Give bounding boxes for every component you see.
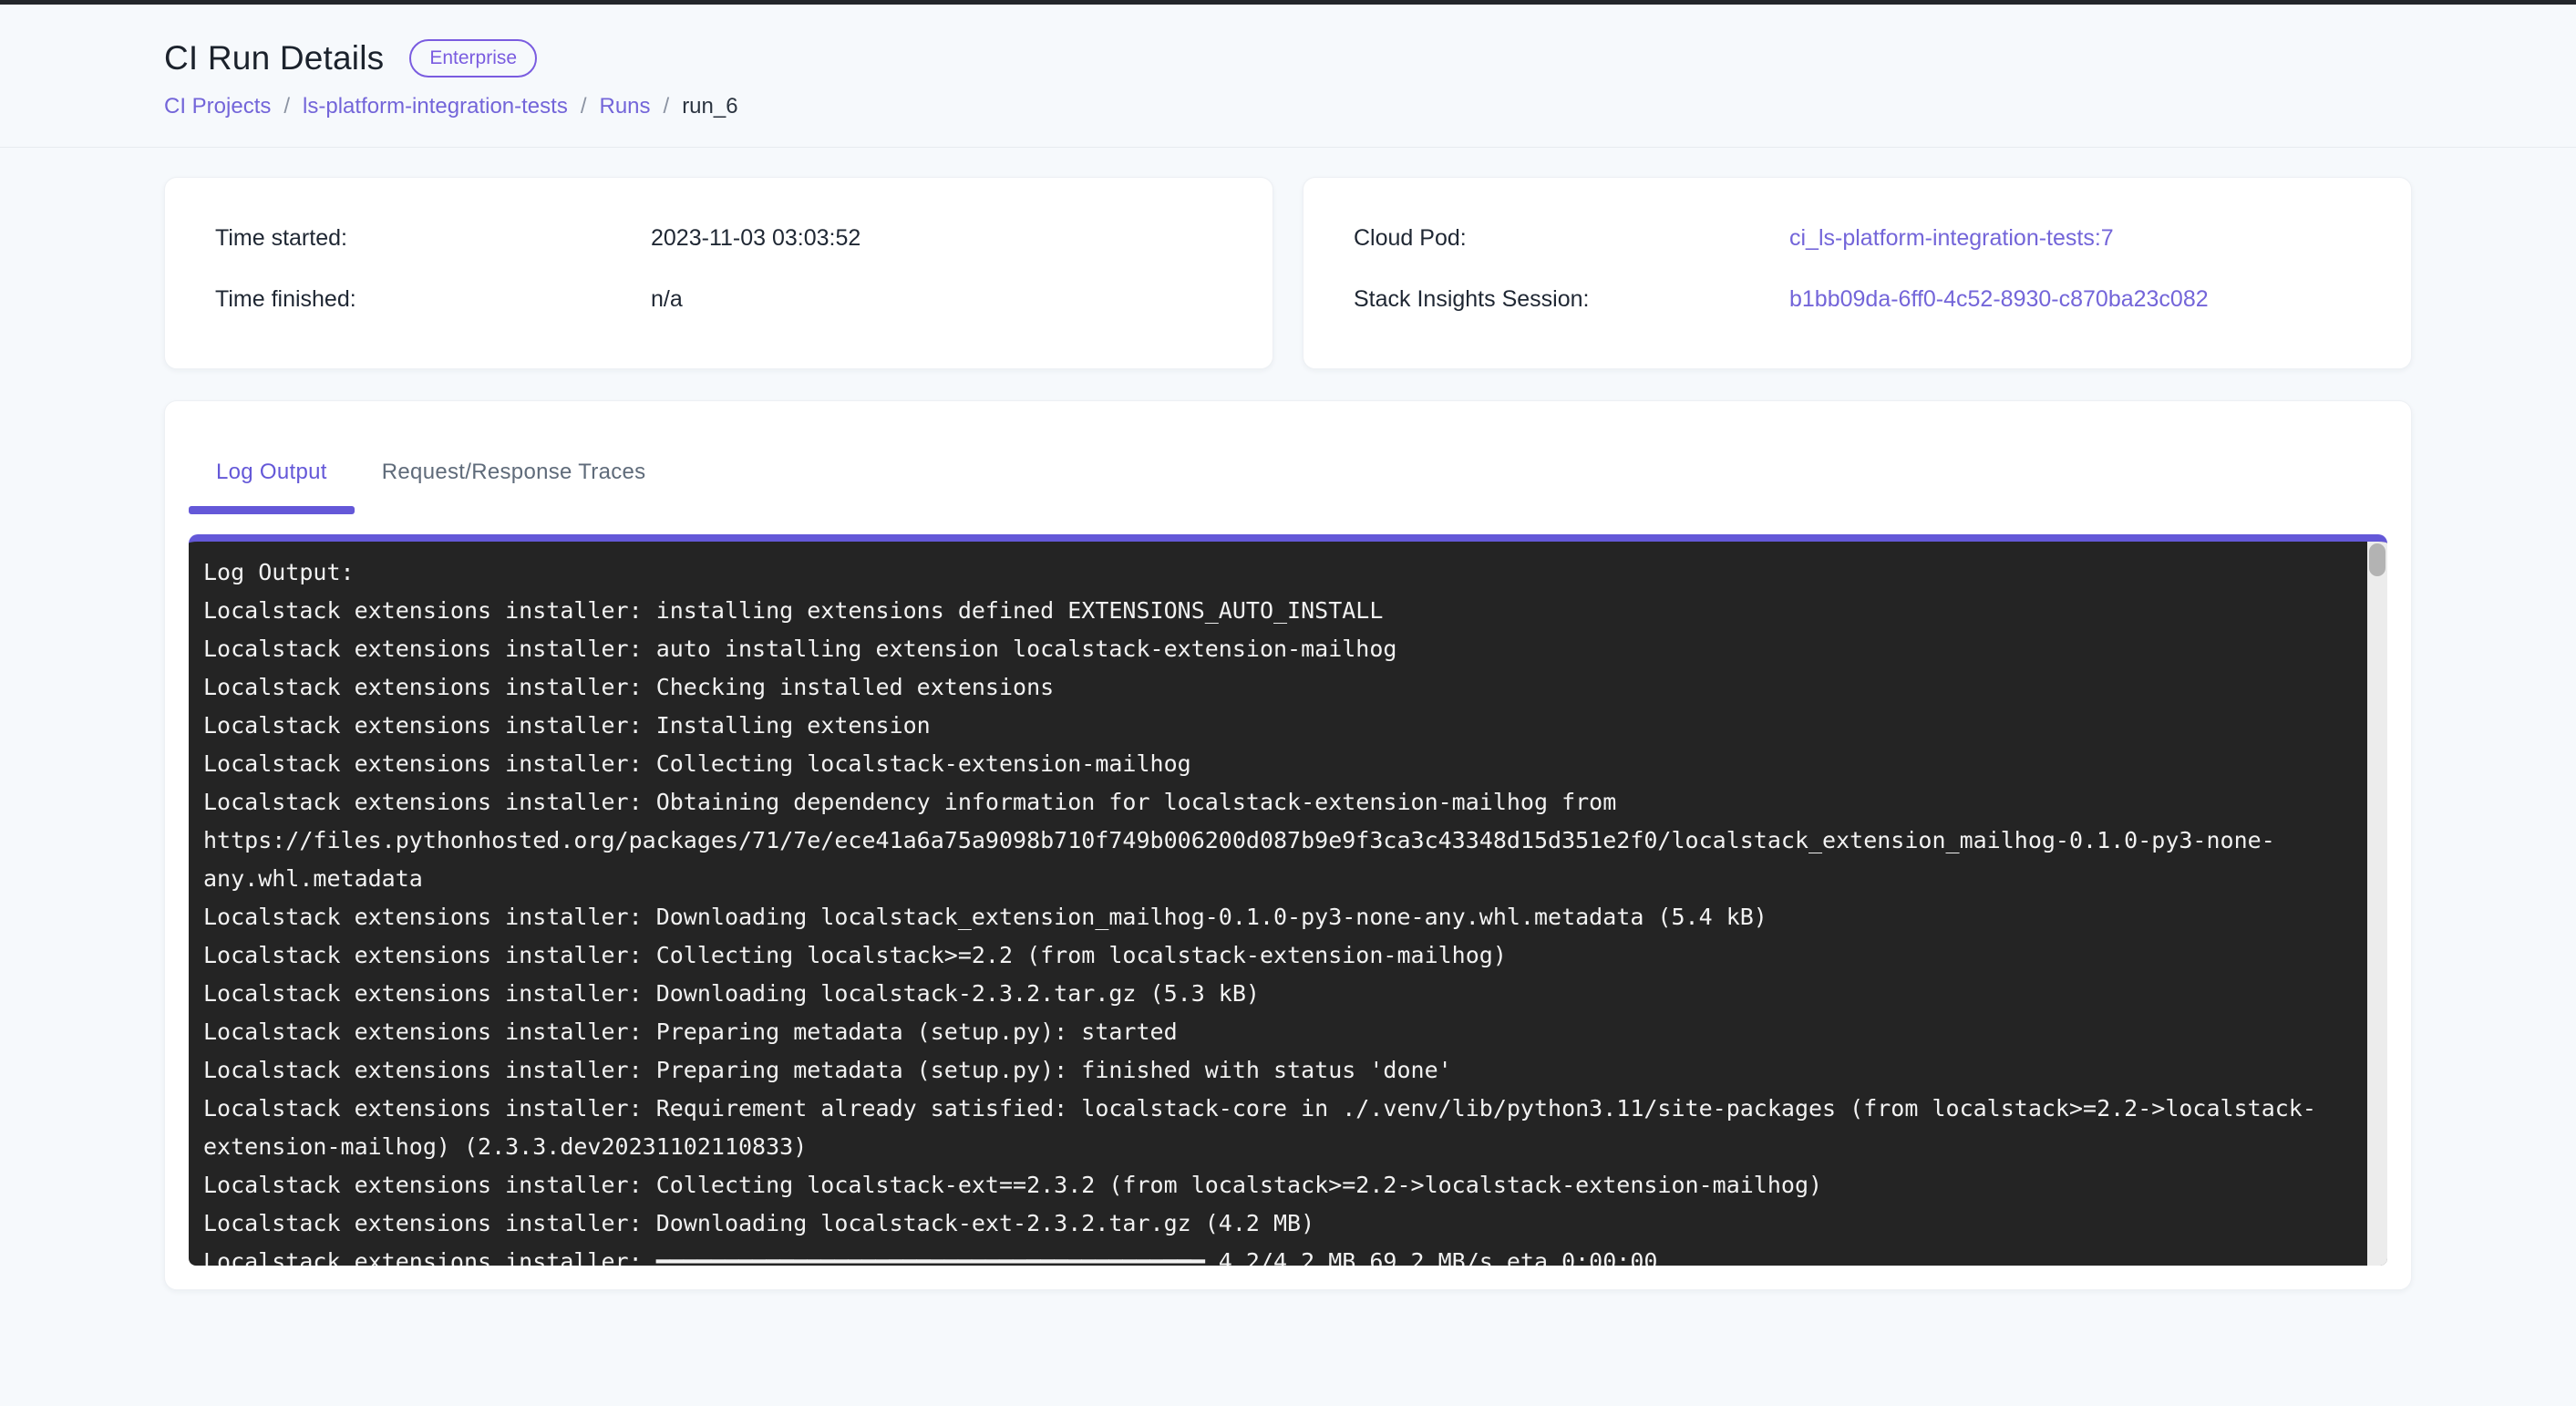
log-line: Localstack extensions installer: Checkin… (203, 668, 2346, 707)
log-line: Localstack extensions installer: Install… (203, 707, 2346, 745)
log-line: Localstack extensions installer: Require… (203, 1090, 2346, 1128)
log-line: Localstack extensions installer: Collect… (203, 936, 2346, 975)
breadcrumb-project[interactable]: ls-platform-integration-tests (303, 94, 568, 119)
log-line: Localstack extensions installer: install… (203, 592, 2346, 630)
breadcrumb: CI Projects / ls-platform-integration-te… (164, 94, 2412, 119)
log-line: Localstack extensions installer: Collect… (203, 745, 2346, 783)
stack-insights-session-link[interactable]: b1bb09da-6ff0-4c52-8930-c870ba23c082 (1789, 286, 2209, 313)
log-output-terminal[interactable]: Log Output: Localstack extensions instal… (189, 534, 2387, 1266)
log-line: Localstack extensions installer: Collect… (203, 1166, 2346, 1204)
time-finished-label: Time finished: (215, 286, 651, 313)
log-line: extension-mailhog) (2.3.3.dev20231102110… (203, 1128, 2346, 1166)
cloud-pod-row: Cloud Pod: ci_ls-platform-integration-te… (1354, 225, 2361, 262)
log-line: Localstack extensions installer: Downloa… (203, 1204, 2346, 1243)
links-card: Cloud Pod: ci_ls-platform-integration-te… (1303, 177, 2412, 369)
breadcrumb-ci-projects[interactable]: CI Projects (164, 94, 271, 119)
enterprise-badge: Enterprise (409, 39, 537, 77)
breadcrumb-separator: / (664, 94, 670, 119)
log-line: Localstack extensions installer: Obtaini… (203, 783, 2346, 822)
time-finished-value: n/a (651, 286, 683, 313)
time-finished-row: Time finished: n/a (215, 286, 1222, 323)
times-card: Time started: 2023-11-03 03:03:52 Time f… (164, 177, 1273, 369)
breadcrumb-current-run: run_6 (682, 94, 737, 119)
log-line: Localstack extensions installer: Downloa… (203, 975, 2346, 1013)
breadcrumb-separator: / (283, 94, 290, 119)
cloud-pod-link[interactable]: ci_ls-platform-integration-tests:7 (1789, 225, 2114, 252)
title-row: CI Run Details Enterprise (164, 39, 2412, 78)
log-line: Localstack extensions installer: Prepari… (203, 1013, 2346, 1051)
page-header: CI Run Details Enterprise CI Projects / … (0, 5, 2576, 148)
time-started-value: 2023-11-03 03:03:52 (651, 225, 860, 252)
tab-log-output[interactable]: Log Output (189, 434, 355, 514)
log-line: Log Output: (203, 553, 2346, 592)
tab-traces-label: Request/Response Traces (382, 460, 646, 484)
tabs: Log Output Request/Response Traces (189, 434, 2387, 514)
time-started-row: Time started: 2023-11-03 03:03:52 (215, 225, 1222, 262)
tab-log-output-label: Log Output (216, 460, 327, 484)
breadcrumb-separator: / (581, 94, 587, 119)
breadcrumb-runs[interactable]: Runs (599, 94, 650, 119)
log-line: Localstack extensions installer: Prepari… (203, 1051, 2346, 1090)
info-cards-row: Time started: 2023-11-03 03:03:52 Time f… (164, 177, 2412, 369)
log-line: Localstack extensions installer: auto in… (203, 630, 2346, 668)
terminal-scrollbar-thumb[interactable] (2369, 543, 2385, 576)
page-content: Time started: 2023-11-03 03:03:52 Time f… (0, 148, 2576, 1290)
log-line: https://files.pythonhosted.org/packages/… (203, 822, 2346, 860)
log-line: any.whl.metadata (203, 860, 2346, 898)
cloud-pod-label: Cloud Pod: (1354, 225, 1789, 252)
stack-insights-label: Stack Insights Session: (1354, 286, 1789, 313)
log-line: Localstack extensions installer: Downloa… (203, 898, 2346, 936)
terminal-scrollbar-track[interactable] (2367, 542, 2387, 1266)
tab-request-response-traces[interactable]: Request/Response Traces (355, 434, 674, 514)
page-title: CI Run Details (164, 39, 384, 78)
time-started-label: Time started: (215, 225, 651, 252)
log-line: Localstack extensions installer: ━━━━━━━… (203, 1243, 2346, 1266)
active-tab-indicator (189, 506, 355, 514)
run-output-card: Log Output Request/Response Traces Log O… (164, 400, 2412, 1290)
stack-insights-row: Stack Insights Session: b1bb09da-6ff0-4c… (1354, 286, 2361, 323)
